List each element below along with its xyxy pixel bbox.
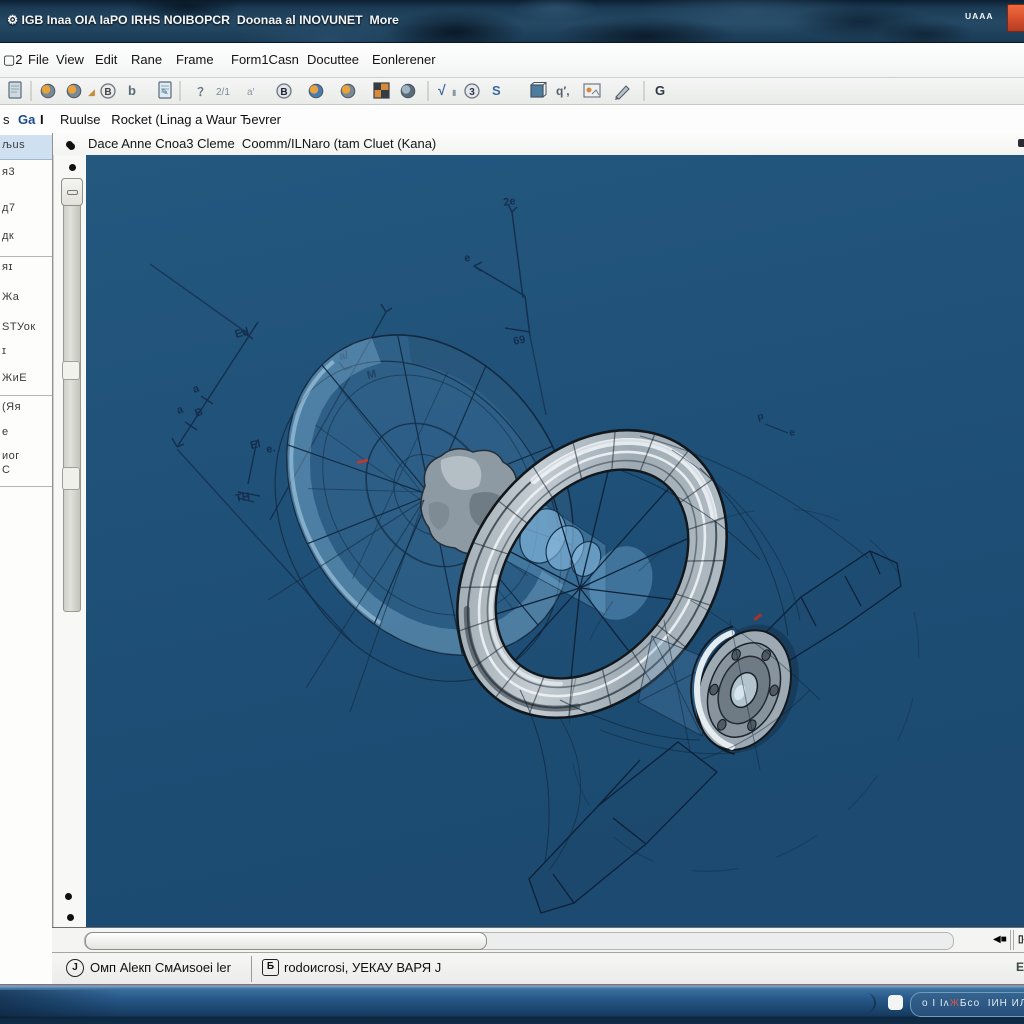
svg-text:q′,: q′,	[556, 84, 570, 98]
svg-text:﹖: ﹖	[194, 83, 207, 98]
svg-text:B: B	[104, 87, 111, 98]
svg-text:69: 69	[512, 334, 526, 348]
svg-text:✎: ✎	[161, 87, 169, 97]
svg-text:√: √	[438, 82, 446, 98]
svg-text:B: B	[280, 87, 287, 98]
svg-text:а′: а′	[247, 87, 255, 98]
svg-text:b: b	[128, 83, 136, 98]
svg-text:G: G	[655, 83, 665, 98]
svg-text:2/1: 2/1	[216, 87, 230, 98]
svg-text:◢: ◢	[88, 87, 95, 97]
svg-text:2e: 2e	[502, 195, 516, 209]
svg-text:S: S	[492, 83, 501, 98]
svg-text:▮: ▮	[452, 88, 456, 97]
svg-text:3: 3	[469, 87, 475, 98]
